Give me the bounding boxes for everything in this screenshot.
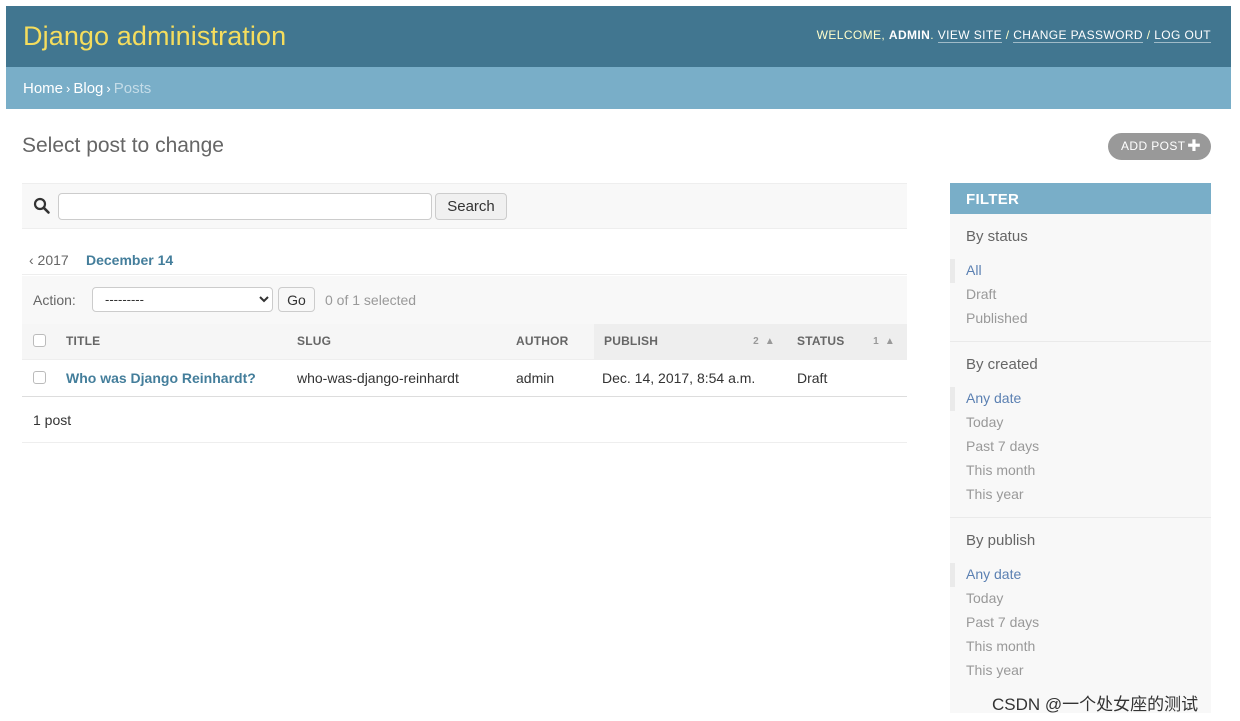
filter-created-today[interactable]: Today: [950, 411, 1211, 435]
filter-status-all[interactable]: All: [950, 259, 1211, 283]
column-title[interactable]: TITLE: [66, 324, 297, 360]
site-header: Django administration WELCOME, ADMIN. VI…: [6, 6, 1231, 67]
filter-title: FILTER: [950, 183, 1211, 214]
filter-status-draft[interactable]: Draft: [950, 283, 1211, 307]
add-post-label: ADD POST: [1121, 139, 1186, 153]
column-title-label: TITLE: [66, 334, 101, 349]
column-slug[interactable]: SLUG: [297, 324, 516, 360]
filter-created-any-date[interactable]: Any date: [950, 387, 1211, 411]
filter-publish-this-year[interactable]: This year: [950, 659, 1211, 683]
date-hierarchy: ‹ 2017 December 14: [22, 251, 907, 275]
filter-publish-this-month[interactable]: This month: [950, 635, 1211, 659]
column-status-label: STATUS: [797, 334, 845, 349]
actions-bar: Action: --------- Go 0 of 1 selected: [22, 276, 907, 324]
results-table: TITLE SLUG AUTHOR PUBLISH 2 ▲ STATUS 1 ▲…: [22, 324, 907, 397]
plus-icon: ✚: [1187, 138, 1201, 155]
row-author-cell: admin: [516, 359, 594, 397]
view-site-link[interactable]: VIEW SITE: [937, 28, 1002, 43]
column-status[interactable]: STATUS 1 ▲: [787, 324, 907, 360]
watermark: CSDN @一个处女座的测试: [992, 695, 1199, 714]
row-slug-cell: who-was-django-reinhardt: [297, 359, 516, 397]
status-sort-indicator[interactable]: 1 ▲: [873, 336, 895, 347]
column-slug-label: SLUG: [297, 334, 332, 349]
action-select[interactable]: ---------: [92, 287, 273, 312]
filter-created-past-7-days[interactable]: Past 7 days: [950, 435, 1211, 459]
column-publish[interactable]: PUBLISH 2 ▲: [594, 324, 787, 360]
username: ADMIN: [888, 28, 931, 42]
user-tools: WELCOME, ADMIN. VIEW SITE / CHANGE PASSW…: [816, 28, 1211, 43]
filter-by-created-list: Any date Today Past 7 days This month Th…: [950, 387, 1211, 518]
select-all-header: [22, 324, 66, 360]
row-status-cell: Draft: [787, 359, 907, 397]
column-author[interactable]: AUTHOR: [516, 324, 594, 360]
add-post-button[interactable]: ADD POST ✚: [1108, 133, 1211, 160]
table-row: Who was Django Reinhardt? who-was-django…: [22, 359, 907, 397]
row-checkbox[interactable]: [33, 370, 46, 384]
action-label: Action:: [33, 292, 76, 308]
row-publish-cell: Dec. 14, 2017, 8:54 a.m.: [594, 359, 787, 397]
filter-publish-today[interactable]: Today: [950, 587, 1211, 611]
filter-created-this-year[interactable]: This year: [950, 483, 1211, 507]
filter-created-this-month[interactable]: This month: [950, 459, 1211, 483]
filter-publish-any-date[interactable]: Any date: [950, 563, 1211, 587]
go-button[interactable]: Go: [278, 287, 315, 312]
row-title-link[interactable]: Who was Django Reinhardt?: [66, 370, 256, 386]
page-title: Select post to change: [22, 134, 224, 157]
breadcrumb: Home › Blog › Posts: [6, 67, 1231, 109]
filter-sidebar: FILTER By status All Draft Published By …: [950, 183, 1211, 713]
filter-by-created-title: By created: [966, 356, 1038, 373]
filter-by-publish-title: By publish: [966, 532, 1036, 549]
breadcrumb-home[interactable]: Home: [23, 80, 63, 97]
publish-sort-indicator[interactable]: 2 ▲: [753, 336, 775, 347]
log-out-link[interactable]: LOG OUT: [1154, 28, 1211, 43]
column-author-label: AUTHOR: [516, 334, 569, 349]
filter-status-published[interactable]: Published: [950, 307, 1211, 331]
search-icon: [33, 197, 50, 214]
date-back-link[interactable]: ‹ 2017: [29, 252, 69, 268]
filter-by-status-list: All Draft Published: [950, 259, 1211, 342]
breadcrumb-current: Posts: [113, 80, 152, 97]
search-input[interactable]: [58, 193, 432, 220]
paginator: 1 post: [22, 397, 907, 443]
site-brand[interactable]: Django administration: [23, 21, 286, 52]
select-all-checkbox[interactable]: [33, 334, 46, 348]
filter-by-status-title: By status: [966, 228, 1028, 245]
welcome-text: WELCOME,: [816, 28, 886, 42]
filter-publish-past-7-days[interactable]: Past 7 days: [950, 611, 1211, 635]
breadcrumb-blog[interactable]: Blog: [73, 80, 103, 97]
status-sort-priority: 1: [873, 336, 879, 347]
row-title-cell: Who was Django Reinhardt?: [66, 359, 297, 397]
row-select-cell: [22, 359, 66, 397]
filter-by-publish-list: Any date Today Past 7 days This month Th…: [950, 563, 1211, 693]
action-counter: 0 of 1 selected: [325, 292, 417, 308]
date-current: December 14: [86, 252, 174, 268]
search-toolbar: Search: [22, 183, 907, 229]
column-publish-label: PUBLISH: [604, 334, 659, 349]
publish-sort-priority: 2: [753, 336, 759, 347]
change-password-link[interactable]: CHANGE PASSWORD: [1013, 28, 1143, 43]
search-button[interactable]: Search: [435, 193, 507, 220]
